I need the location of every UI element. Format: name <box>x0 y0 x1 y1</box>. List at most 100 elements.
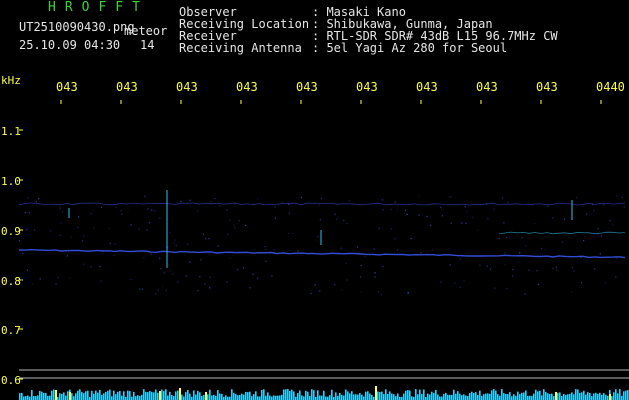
noise-dot <box>418 195 420 197</box>
noise-dot <box>406 213 408 215</box>
noise-dot <box>346 222 348 225</box>
noise-dot <box>431 249 433 251</box>
meter-bar <box>187 390 189 400</box>
noise-dot <box>605 282 607 284</box>
noise-dot <box>199 276 201 278</box>
noise-dot <box>396 209 399 211</box>
meter-bar <box>249 391 251 400</box>
noise-dot <box>34 229 36 231</box>
meter-bar <box>61 394 63 400</box>
noise-dot <box>114 243 116 245</box>
noise-dot <box>448 248 450 250</box>
meter-bar <box>303 396 305 400</box>
meter-bar <box>43 393 45 400</box>
meter-bar <box>49 395 51 400</box>
noise-dot <box>130 224 132 226</box>
meter-bar <box>599 392 601 400</box>
noise-dot <box>420 252 422 254</box>
meter-bar <box>345 389 347 400</box>
meter-bar <box>261 390 263 400</box>
x-tick-3: 043 <box>176 80 198 94</box>
meter-bar <box>529 395 531 400</box>
noise-dot <box>615 276 617 278</box>
meter-bar <box>615 389 617 400</box>
noise-dot <box>316 240 318 243</box>
noise-dot <box>320 197 322 200</box>
meter-bar <box>481 395 483 400</box>
noise-dot <box>253 203 255 205</box>
noise-dot <box>155 293 157 295</box>
noise-dot <box>440 281 442 283</box>
meter-bar <box>357 394 359 400</box>
noise-dot <box>594 268 596 270</box>
meter-bar <box>165 389 167 400</box>
meter-bar <box>25 396 27 400</box>
noise-dot <box>358 251 360 253</box>
noise-dot <box>621 196 623 198</box>
meter-bar <box>349 393 351 400</box>
noise-dot <box>197 290 199 292</box>
meter-bar <box>421 393 423 400</box>
meter-bar <box>331 389 333 400</box>
meter-bar <box>231 389 233 400</box>
noise-dot <box>226 209 228 211</box>
noise-dot <box>204 283 206 285</box>
meter-bar <box>573 394 575 400</box>
noise-dot <box>82 263 85 265</box>
noise-dot <box>430 224 432 226</box>
noise-dot <box>461 222 463 224</box>
x-tick-4: 043 <box>236 80 258 94</box>
noise-dot <box>113 254 115 256</box>
meter-bar <box>575 389 577 400</box>
meter-bar <box>449 394 451 400</box>
meter-bar <box>597 394 599 400</box>
noise-dot <box>143 257 145 259</box>
meter-bar <box>571 392 573 400</box>
spectrogram-plot <box>19 100 629 400</box>
meter-bar <box>443 394 445 400</box>
meter-bar <box>279 395 281 400</box>
meter-bar <box>119 391 121 400</box>
meter-bar <box>519 394 521 400</box>
meter-bar <box>107 390 109 400</box>
y-tick-5: 0.7 <box>1 324 21 337</box>
noise-dot <box>552 217 554 219</box>
meter-bar <box>505 393 507 400</box>
meter-bar <box>479 390 481 400</box>
noise-dot <box>319 219 321 221</box>
meter-bar <box>477 395 479 400</box>
meter-bar <box>497 394 499 400</box>
noise-dot <box>160 268 162 270</box>
noise-dot <box>374 276 376 278</box>
meter-bar <box>285 389 287 400</box>
meter-peak <box>555 392 557 400</box>
meter-bar <box>419 389 421 400</box>
noise-dot <box>357 246 359 248</box>
meter-bar <box>211 395 213 400</box>
meter-bar <box>367 391 369 400</box>
meter-bar <box>587 392 589 400</box>
meter-bar <box>617 393 619 400</box>
meter-bar <box>105 391 107 400</box>
meter-peak <box>179 388 181 400</box>
noise-dot <box>317 236 319 238</box>
noise-dot <box>318 204 320 206</box>
noise-dot <box>180 200 182 202</box>
noise-dot <box>257 277 259 279</box>
meter-bar <box>483 394 485 400</box>
meter-bar <box>101 395 103 400</box>
noise-dot <box>603 204 605 206</box>
meter-bar <box>531 396 533 400</box>
meter-bar <box>335 392 337 400</box>
noise-dot <box>115 206 117 209</box>
noise-dot <box>77 226 79 228</box>
noise-dot <box>532 204 534 206</box>
meter-bar <box>359 393 361 400</box>
meter-bar <box>533 393 535 400</box>
noise-dot <box>521 237 523 239</box>
noise-dot <box>585 260 587 263</box>
meter-bar <box>625 390 627 400</box>
meter-bar <box>155 389 157 400</box>
meter-bar <box>309 396 311 400</box>
meter-bar <box>563 394 565 400</box>
